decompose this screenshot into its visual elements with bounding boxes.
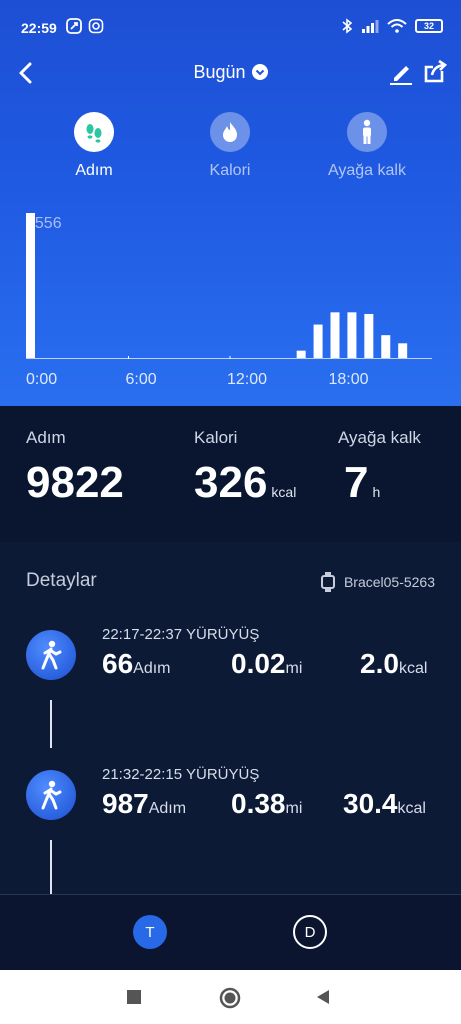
chevron-down-icon — [251, 64, 268, 80]
activity-time: 21:32-22:15 — [102, 766, 183, 783]
activity-type: YÜRÜYÜŞ — [185, 766, 260, 783]
chart-tick-label: 0:00 — [26, 371, 57, 388]
page-title: Bugün — [193, 62, 246, 82]
walking-icon — [26, 770, 76, 820]
chart-tick-label: 18:00 — [329, 371, 369, 388]
summary-steps: Adım 9822 — [26, 428, 124, 508]
signal-icon — [362, 20, 379, 33]
status-bar: 22:59 32 — [0, 0, 461, 54]
activity-calories: 2.0 — [360, 648, 399, 679]
system-nav-bar — [0, 970, 461, 1024]
activity-distance: 0.02 — [231, 648, 286, 679]
tab-stand[interactable]: Ayağa kalk — [302, 112, 432, 180]
summary-steps-label: Adım — [26, 428, 66, 447]
details-heading: Detaylar — [26, 570, 97, 591]
summary-calories-unit: kcal — [271, 484, 297, 500]
bottom-tab-bar: T D — [0, 894, 461, 970]
details-section: Detaylar Bracel05-5263 22:17-22:37 YÜRÜY… — [0, 542, 461, 894]
app-notification-icon — [66, 18, 82, 34]
chart-bar — [296, 350, 306, 358]
activity-calories-unit: kcal — [397, 800, 426, 817]
status-time: 22:59 — [21, 20, 57, 36]
instagram-icon — [88, 18, 104, 34]
wifi-icon — [387, 19, 407, 33]
summary-stand: Ayağa kalk 7h — [338, 428, 421, 508]
battery-icon: 32 — [415, 19, 443, 33]
summary-steps-value: 9822 — [26, 458, 124, 507]
summary-calories-value: 326 — [194, 458, 268, 507]
metric-tabs: Adım Kalori Ayağa kalk — [0, 112, 461, 192]
device-info: Bracel05-5263 — [320, 572, 435, 592]
watch-icon — [320, 572, 335, 592]
top-nav: Bugün — [0, 54, 461, 94]
summary-stand-value: 7 — [344, 458, 369, 507]
daily-summary: Adım 9822 Kalori 326 kcal Ayağa kalk 7h — [0, 406, 461, 542]
summary-calories: Kalori 326 kcal — [194, 428, 296, 508]
footprints-icon — [74, 112, 114, 152]
chart-tick-label: 6:00 — [126, 371, 157, 388]
recents-button[interactable] — [124, 987, 144, 1007]
walking-icon — [26, 630, 76, 680]
steps-bar-chart: 35560:00 6:00 12:00 18:00 — [26, 213, 432, 388]
activity-type: YÜRÜYÜŞ — [185, 626, 260, 643]
chart-bar — [313, 324, 323, 358]
tab-calories[interactable]: Kalori — [165, 112, 295, 180]
activity-steps-unit: Adım — [148, 800, 187, 817]
chart-bar — [26, 213, 35, 358]
activity-calories-unit: kcal — [398, 660, 428, 677]
header-panel: 22:59 32 Bugün Adım Kalori Ayağa kalk 35… — [0, 0, 461, 406]
summary-calories-label: Kalori — [194, 428, 238, 447]
tab-calories-label: Kalori — [209, 162, 251, 179]
tab-steps-label: Adım — [75, 162, 113, 179]
activity-steps: 66 — [102, 648, 134, 679]
activity-item[interactable]: 21:32-22:15 YÜRÜYÜŞ 987Adım 0.38mi 30.4k… — [0, 766, 461, 888]
activity-steps: 987 — [102, 788, 149, 819]
activity-distance: 0.38 — [231, 788, 286, 819]
chart-bar — [381, 335, 391, 358]
chart-bar — [398, 343, 408, 358]
device-name: Bracel05-5263 — [343, 574, 435, 590]
tab-t[interactable]: T — [133, 915, 167, 949]
home-button[interactable] — [219, 987, 241, 1009]
activity-time: 22:17-22:37 — [102, 626, 183, 643]
chart-bar — [330, 312, 340, 358]
activity-steps-unit: Adım — [133, 660, 171, 677]
status-right: 32 — [341, 18, 443, 34]
tab-stand-label: Ayağa kalk — [328, 162, 406, 179]
activity-distance-unit: mi — [285, 800, 303, 817]
summary-stand-label: Ayağa kalk — [338, 428, 421, 447]
edit-icon[interactable] — [388, 58, 414, 86]
tab-d[interactable]: D — [293, 915, 327, 949]
chart-bar — [347, 312, 357, 358]
activity-calories: 30.4 — [343, 788, 398, 819]
summary-stand-unit: h — [372, 484, 381, 500]
activity-distance-unit: mi — [285, 660, 303, 677]
chart-bar — [364, 313, 374, 358]
activity-item[interactable]: 22:17-22:37 YÜRÜYÜŞ 66Adım 0.02mi 2.0kca… — [0, 626, 461, 748]
timeline-connector — [50, 700, 52, 748]
back-button[interactable] — [314, 987, 332, 1007]
flame-icon — [210, 112, 250, 152]
chart-tick-label: 12:00 — [227, 371, 267, 388]
bluetooth-icon — [342, 18, 353, 34]
timeline-connector — [50, 840, 52, 894]
share-icon[interactable] — [422, 58, 448, 86]
tab-steps[interactable]: Adım — [29, 112, 159, 180]
standing-person-icon — [347, 112, 387, 152]
